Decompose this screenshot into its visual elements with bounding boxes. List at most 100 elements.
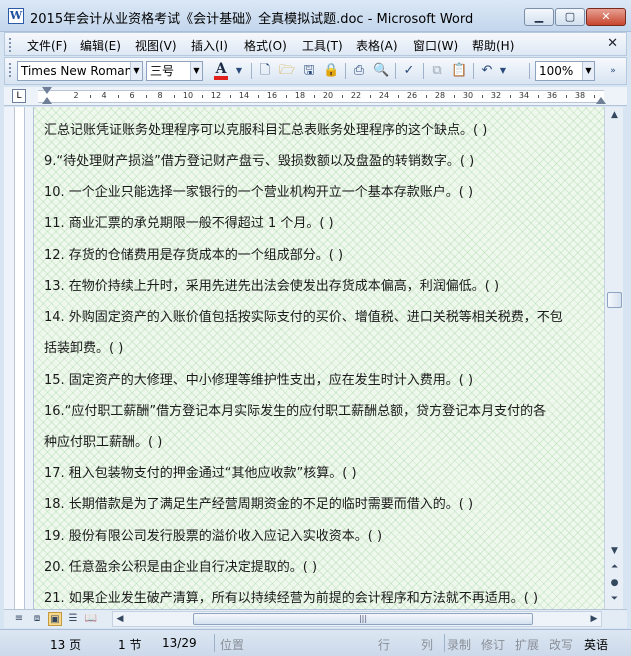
zoom-value: 100% — [539, 64, 574, 78]
ruler-label: 2 — [73, 91, 79, 100]
chevron-down-icon[interactable]: ▼ — [582, 62, 594, 80]
doc-line[interactable]: 11. 商业汇票的承兑期限一般不得超过 1 个月。( ) — [44, 212, 334, 231]
doc-line[interactable]: 10. 一个企业只能选择一家银行的一个营业机构开立一个基本存款账户。( ) — [44, 181, 473, 200]
status-page-of[interactable]: 13/29 — [162, 636, 197, 650]
next-page-icon[interactable]: ⏷ — [606, 591, 623, 607]
status-language[interactable]: 英语 — [584, 636, 608, 653]
horizontal-scroll-thumb[interactable]: ||| — [193, 613, 533, 625]
menu-table[interactable]: 表格(A) — [356, 37, 398, 54]
close-button[interactable]: ✕ — [586, 8, 626, 26]
chevron-down-icon[interactable]: ▼ — [495, 63, 511, 79]
status-line: 行 — [378, 638, 391, 652]
toolbar-separator — [529, 63, 530, 79]
toolbar-grip-icon[interactable] — [9, 63, 12, 77]
chevron-down-icon[interactable]: ▼ — [231, 63, 247, 79]
doc-line[interactable]: 种应付职工薪酬。( ) — [44, 431, 162, 450]
menu-insert[interactable]: 插入(I) — [191, 37, 228, 54]
ruler-tick — [454, 95, 455, 98]
status-extend-selection[interactable]: 扩展 — [515, 636, 539, 653]
status-record-macro[interactable]: 录制 — [447, 636, 471, 653]
new-document-icon[interactable]: 🗋 — [257, 63, 273, 79]
doc-line[interactable]: 21. 如果企业发生破产清算，所有以持续经营为前提的会计程序和方法就不再适用。(… — [44, 587, 538, 606]
vertical-scrollbar[interactable]: ▲ ▼ ⏶ ● ⏷ — [604, 107, 623, 609]
print-layout-view-icon[interactable]: ▣ — [48, 612, 62, 626]
status-separator — [214, 634, 215, 652]
doc-line[interactable]: 15. 固定资产的大修理、中小修理等维护性支出，应在发生时计入费用。( ) — [44, 369, 473, 388]
menu-help[interactable]: 帮助(H) — [472, 37, 514, 54]
status-separator — [444, 634, 445, 652]
chevron-down-icon[interactable]: ▼ — [190, 62, 202, 80]
font-name-select[interactable]: Times New Roman ▼ — [17, 61, 143, 81]
doc-line[interactable]: 18. 长期借款是为了满足生产经营周期资金的不足的临时需要而借入的。( ) — [44, 493, 473, 512]
toolbar-separator — [345, 63, 346, 79]
toolbar-options-icon[interactable]: » — [605, 63, 621, 79]
document-close-icon[interactable]: ✕ — [607, 36, 618, 51]
doc-line[interactable]: 13. 在物价持续上升时，采用先进先出法会使发出存货成本偏高，利润偏低。( ) — [44, 275, 499, 294]
reading-layout-view-icon[interactable]: 📖 — [84, 612, 98, 626]
spelling-check-icon[interactable]: ✓ — [401, 63, 417, 79]
toolbar-separator — [395, 63, 396, 79]
doc-line[interactable]: 括装卸费。( ) — [44, 337, 123, 356]
chevron-down-icon[interactable]: ▼ — [130, 62, 142, 80]
doc-line[interactable]: 9.“待处理财产损溢”借方登记财产盘亏、毁损数额以及盘盈的转销数字。( ) — [44, 150, 474, 169]
ruler-label: 8 — [157, 91, 163, 100]
menu-window[interactable]: 窗口(W) — [413, 37, 458, 54]
permission-icon[interactable]: 🔒 — [323, 63, 339, 79]
font-color-button[interactable]: A — [212, 61, 230, 81]
doc-line[interactable]: 16.“应付职工薪酬”借方登记本月实际发生的应付职工薪酬总额，贷方登记本月支付的… — [44, 400, 546, 419]
ruler-tick — [146, 95, 147, 98]
menu-view[interactable]: 视图(V) — [135, 37, 177, 54]
status-overtype[interactable]: 改写 — [549, 636, 573, 653]
horizontal-ruler[interactable]: L 2 4 6 8 10 12 14 16 18 20 22 24 26 28 30 32 34 36 38 — [4, 87, 627, 106]
web-layout-view-icon[interactable]: ⧈ — [30, 612, 44, 626]
scroll-thumb[interactable] — [607, 292, 622, 308]
word-app-icon[interactable]: W — [8, 8, 24, 24]
horizontal-scrollbar[interactable]: ◀ ||| ▶ — [112, 611, 602, 627]
first-line-indent-marker[interactable] — [42, 87, 52, 94]
left-gutter — [4, 107, 34, 609]
open-folder-icon[interactable]: 🗁 — [279, 63, 295, 79]
undo-icon[interactable]: ↶ — [479, 63, 495, 79]
menu-file[interactable]: 文件(F) — [27, 37, 67, 54]
tab-selector[interactable]: L — [12, 89, 26, 103]
window-title: 2015年会计从业资格考试《会计基础》全真模拟试题.doc - Microsof… — [30, 12, 474, 27]
ruler-tick — [370, 95, 371, 98]
paste-icon[interactable]: 📋 — [451, 63, 467, 79]
document-body[interactable]: 汇总记账凭证账务处理程序可以克服科目汇总表账务处理程序的这个缺点。( ) 9.“… — [34, 107, 604, 609]
normal-view-icon[interactable]: ≡ — [12, 612, 26, 626]
status-section[interactable]: 1 节 — [118, 636, 141, 653]
select-browse-object-icon[interactable]: ● — [606, 575, 623, 591]
minimize-button[interactable]: ▁ — [524, 8, 554, 26]
status-track-changes[interactable]: 修订 — [481, 636, 505, 653]
zoom-select[interactable]: 100% ▼ — [535, 61, 595, 81]
menu-edit[interactable]: 编辑(E) — [80, 37, 121, 54]
maximize-button[interactable]: ▢ — [555, 8, 585, 26]
doc-line[interactable]: 14. 外购固定资产的入账价值包括按实际支付的买价、增值税、进口关税等相关税费，… — [44, 306, 563, 325]
print-preview-icon[interactable]: 🔍 — [373, 63, 389, 79]
doc-line[interactable]: 20. 任意盈余公积是由企业自行决定提取的。( ) — [44, 556, 317, 575]
menu-tools[interactable]: 工具(T) — [302, 37, 343, 54]
status-page[interactable]: 13 页 — [50, 636, 81, 653]
vertical-ruler[interactable] — [14, 107, 25, 609]
minimize-icon: ▁ — [534, 10, 544, 23]
scroll-right-icon[interactable]: ▶ — [587, 612, 601, 626]
menu-format[interactable]: 格式(O) — [244, 37, 287, 54]
font-size-select[interactable]: 三号 ▼ — [146, 61, 203, 81]
scroll-left-icon[interactable]: ◀ — [113, 612, 127, 626]
left-indent-marker[interactable] — [42, 97, 52, 104]
doc-line[interactable]: 汇总记账凭证账务处理程序可以克服科目汇总表账务处理程序的这个缺点。( ) — [44, 119, 487, 138]
toolbar-grip-icon[interactable] — [9, 38, 12, 52]
copy-icon[interactable]: ⧉ — [429, 63, 445, 79]
previous-page-icon[interactable]: ⏶ — [606, 559, 623, 575]
right-indent-marker[interactable] — [596, 97, 606, 104]
doc-line[interactable]: 17. 租入包装物支付的押金通过“其他应收款”核算。( ) — [44, 462, 357, 481]
ruler-label: 24 — [378, 91, 390, 100]
doc-line[interactable]: 12. 存货的仓储费用是存货成本的一个组成部分。( ) — [44, 244, 343, 263]
outline-view-icon[interactable]: ☰ — [66, 612, 80, 626]
doc-line[interactable]: 19. 股份有限公司发行股票的溢价收入应记入实收资本。( ) — [44, 525, 382, 544]
ruler-tick — [174, 95, 175, 98]
scroll-down-icon[interactable]: ▼ — [606, 543, 623, 559]
save-icon[interactable]: 🖫 — [301, 63, 317, 79]
print-icon[interactable]: ⎙ — [351, 63, 367, 79]
scroll-up-icon[interactable]: ▲ — [606, 107, 623, 123]
